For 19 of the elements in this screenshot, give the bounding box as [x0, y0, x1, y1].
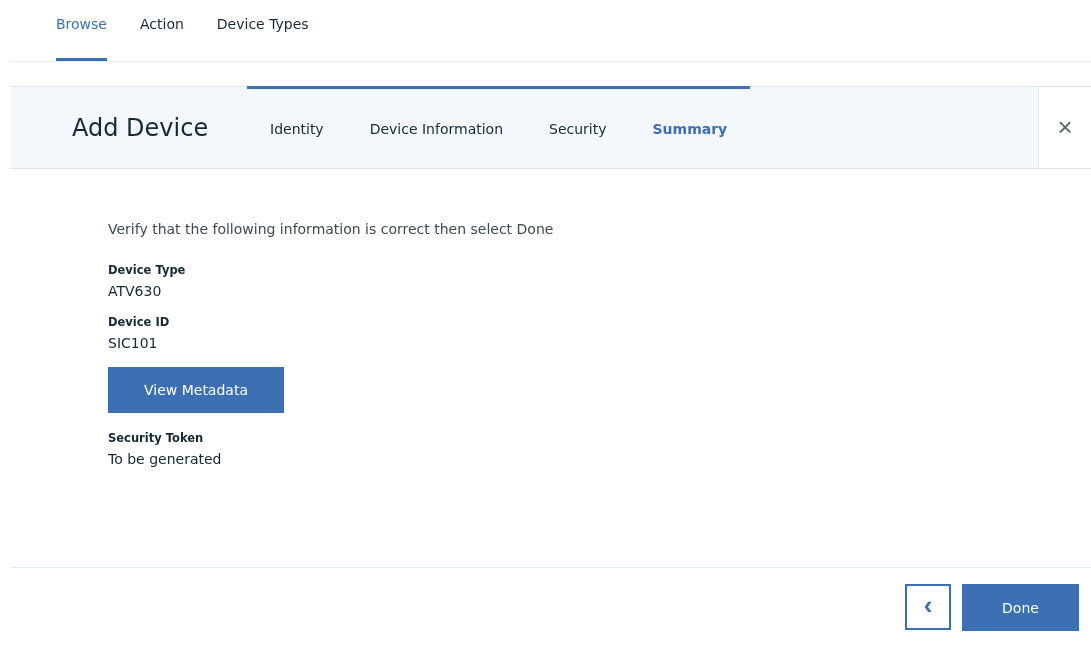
step-tab[interactable]: Security: [526, 86, 630, 168]
view-metadata-button[interactable]: View Metadata: [108, 367, 284, 413]
dialog-title: Add Device: [71, 112, 210, 144]
close-button[interactable]: ×: [1038, 87, 1091, 168]
field-label: Device Type: [108, 263, 187, 277]
step-tab[interactable]: Device Information: [346, 86, 527, 168]
step-tab[interactable]: Identity: [247, 86, 347, 168]
field-label: Device ID: [108, 315, 171, 329]
back-button[interactable]: ‹: [905, 584, 951, 630]
nav-tab[interactable]: Device Types: [216, 0, 309, 61]
done-button[interactable]: Done: [962, 584, 1079, 631]
nav-tab[interactable]: Browse: [56, 0, 107, 61]
instruction-text: Verify that the following information is correct then select Done: [108, 221, 555, 237]
field-label: Security Token: [108, 431, 205, 445]
field-value: To be generated: [108, 451, 223, 467]
field-value: ATV630: [108, 283, 163, 299]
nav-tab[interactable]: Action: [140, 0, 184, 61]
step-tab[interactable]: Summary: [629, 86, 751, 168]
field-value: SIC101: [108, 335, 159, 351]
